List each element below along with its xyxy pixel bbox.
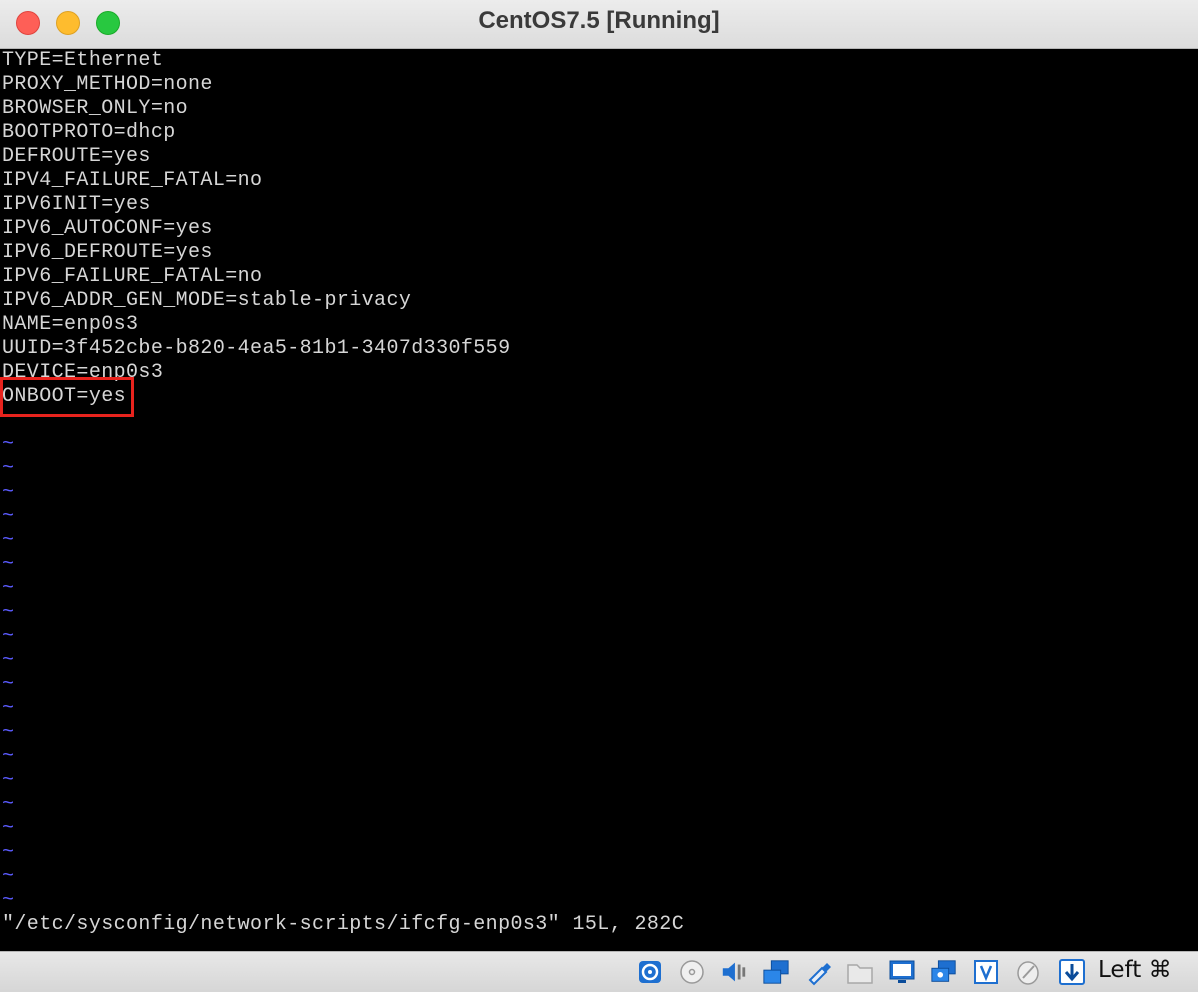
empty-line-tilde: ~ [2,649,15,672]
host-key-label: Left ⌘ [1098,957,1172,983]
file-line: PROXY_METHOD=none [2,73,213,96]
keyboard-capture-icon[interactable] [1058,958,1086,986]
onboot-highlight-box [0,377,134,417]
virtualbox-window: CentOS7.5 [Running] TYPE=Ethernet PROXY_… [0,0,1198,992]
empty-line-tilde: ~ [2,793,15,816]
file-line: BOOTPROTO=dhcp [2,121,176,144]
empty-line-tilde: ~ [2,865,15,888]
file-line: NAME=enp0s3 [2,313,139,336]
hard-disk-icon[interactable] [636,958,664,986]
empty-line-tilde: ~ [2,529,15,552]
empty-line-tilde: ~ [2,577,15,600]
file-line: IPV6INIT=yes [2,193,151,216]
virtualization-icon[interactable] [972,958,1000,986]
usb-icon[interactable] [804,958,832,986]
empty-line-tilde: ~ [2,769,15,792]
empty-line-tilde: ~ [2,745,15,768]
file-line: DEFROUTE=yes [2,145,151,168]
optical-drive-icon[interactable] [678,958,706,986]
empty-line-tilde: ~ [2,553,15,576]
empty-line-tilde: ~ [2,601,15,624]
file-line: IPV6_ADDR_GEN_MODE=stable-privacy [2,289,412,312]
file-line: UUID=3f452cbe-b820-4ea5-81b1-3407d330f55… [2,337,511,360]
file-line: TYPE=Ethernet [2,49,164,72]
empty-line-tilde: ~ [2,457,15,480]
vim-status-line: "/etc/sysconfig/network-scripts/ifcfg-en… [2,913,685,936]
mouse-integration-icon[interactable] [1014,958,1042,986]
file-line: IPV4_FAILURE_FATAL=no [2,169,263,192]
empty-line-tilde: ~ [2,841,15,864]
vm-status-bar: Left ⌘ [0,951,1198,992]
empty-line-tilde: ~ [2,889,15,912]
file-line: BROWSER_ONLY=no [2,97,189,120]
empty-line-tilde: ~ [2,721,15,744]
empty-line-tilde: ~ [2,697,15,720]
window-title: CentOS7.5 [Running] [478,7,720,34]
title-bar: CentOS7.5 [Running] [0,0,1198,49]
audio-icon[interactable] [720,958,748,986]
file-line: IPV6_AUTOCONF=yes [2,217,213,240]
empty-line-tilde: ~ [2,433,15,456]
vm-console[interactable]: TYPE=Ethernet PROXY_METHOD=none BROWSER_… [0,49,1198,951]
video-capture-icon[interactable] [930,958,958,986]
empty-line-tilde: ~ [2,505,15,528]
empty-line-tilde: ~ [2,625,15,648]
network-icon[interactable] [762,958,790,986]
shared-folders-icon[interactable] [846,958,874,986]
file-line: IPV6_FAILURE_FATAL=no [2,265,263,288]
empty-line-tilde: ~ [2,673,15,696]
empty-line-tilde: ~ [2,817,15,840]
display-icon[interactable] [888,958,916,986]
file-line: IPV6_DEFROUTE=yes [2,241,213,264]
empty-line-tilde: ~ [2,481,15,504]
